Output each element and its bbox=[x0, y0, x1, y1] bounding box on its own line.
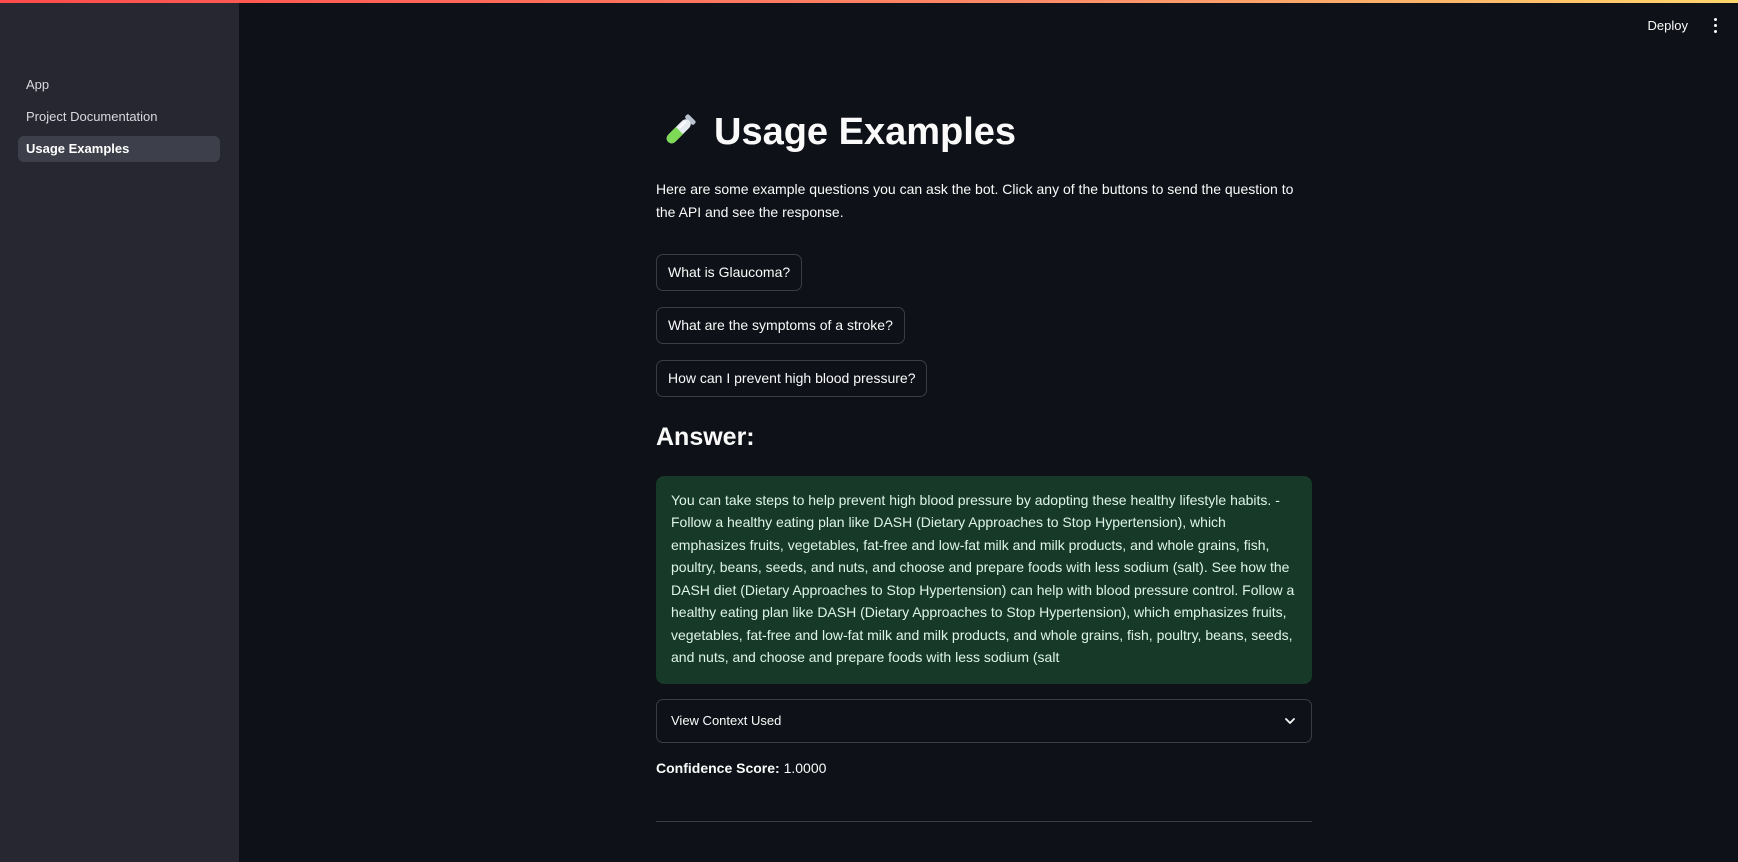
sidebar-item-app[interactable]: App bbox=[18, 72, 220, 98]
sidebar-item-usage-examples[interactable]: Usage Examples bbox=[18, 136, 220, 162]
sidebar: App Project Documentation Usage Examples bbox=[0, 0, 239, 862]
divider bbox=[656, 820, 1312, 822]
page-title-text: Usage Examples bbox=[714, 110, 1017, 153]
answer-heading: Answer: bbox=[656, 423, 755, 451]
view-context-expander[interactable]: View Context Used bbox=[656, 698, 1312, 743]
confidence-value: 1.0000 bbox=[783, 759, 827, 776]
example-question-button-glaucoma[interactable]: What is Glaucoma? bbox=[656, 254, 803, 291]
main-content: Usage Examples Here are some example que… bbox=[656, 100, 1312, 822]
example-button-row: What is Glaucoma? bbox=[656, 238, 1312, 291]
example-button-row: What are the symptoms of a stroke? bbox=[656, 291, 1312, 344]
kebab-menu-icon[interactable] bbox=[1708, 16, 1722, 36]
chevron-down-icon bbox=[1285, 717, 1295, 724]
page-title: Usage Examples bbox=[656, 100, 1312, 164]
example-button-row: How can I prevent high blood pressure? bbox=[656, 344, 1312, 397]
intro-text: Here are some example questions you can … bbox=[656, 181, 1294, 220]
sidebar-nav: App Project Documentation Usage Examples bbox=[18, 72, 220, 168]
confidence-score: Confidence Score: 1.0000 bbox=[656, 760, 1312, 776]
header-toolbar: Deploy bbox=[1644, 14, 1722, 37]
expander-label: View Context Used bbox=[671, 713, 782, 729]
test-tube-icon bbox=[666, 114, 696, 144]
example-question-button-stroke[interactable]: What are the symptoms of a stroke? bbox=[656, 307, 905, 344]
confidence-label: Confidence Score: bbox=[656, 759, 780, 776]
top-accent-bar bbox=[0, 0, 1738, 3]
deploy-button[interactable]: Deploy bbox=[1644, 14, 1692, 37]
example-question-button-blood-pressure[interactable]: How can I prevent high blood pressure? bbox=[656, 360, 928, 397]
sidebar-item-project-documentation[interactable]: Project Documentation bbox=[18, 104, 220, 130]
answer-box: You can take steps to help prevent high … bbox=[656, 475, 1312, 684]
